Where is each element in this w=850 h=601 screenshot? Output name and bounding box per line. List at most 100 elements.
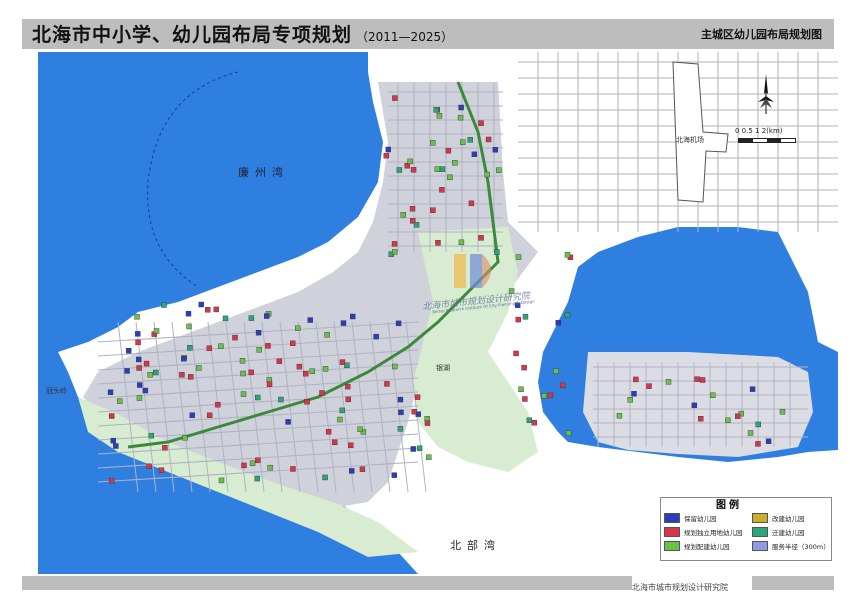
kindergarten-marker[interactable]	[564, 252, 571, 258]
kindergarten-marker[interactable]	[248, 369, 254, 376]
kindergarten-marker[interactable]	[276, 358, 283, 364]
kindergarten-marker[interactable]	[285, 419, 291, 425]
kindergarten-marker[interactable]	[631, 391, 637, 397]
kindergarten-marker[interactable]	[344, 362, 350, 369]
kindergarten-marker[interactable]	[765, 438, 772, 444]
kindergarten-marker[interactable]	[452, 160, 458, 166]
kindergarten-marker[interactable]	[337, 416, 343, 423]
kindergarten-marker[interactable]	[397, 396, 404, 403]
kindergarten-marker[interactable]	[186, 323, 192, 330]
kindergarten-marker[interactable]	[447, 174, 453, 181]
kindergarten-marker[interactable]	[255, 457, 261, 464]
kindergarten-marker[interactable]	[196, 365, 202, 371]
kindergarten-marker[interactable]	[136, 395, 143, 401]
kindergarten-marker[interactable]	[384, 381, 390, 387]
kindergarten-marker[interactable]	[691, 402, 698, 409]
kindergarten-marker[interactable]	[290, 340, 296, 346]
kindergarten-marker[interactable]	[460, 139, 466, 145]
kindergarten-marker[interactable]	[255, 394, 261, 401]
kindergarten-marker[interactable]	[526, 417, 533, 423]
kindergarten-marker[interactable]	[468, 200, 475, 207]
kindergarten-marker[interactable]	[416, 445, 423, 451]
kindergarten-marker[interactable]	[110, 437, 116, 444]
kindergarten-marker[interactable]	[383, 152, 390, 159]
kindergarten-marker[interactable]	[161, 302, 167, 308]
kindergarten-marker[interactable]	[108, 413, 115, 419]
kindergarten-marker[interactable]	[206, 412, 213, 418]
kindergarten-marker[interactable]	[407, 158, 413, 165]
kindergarten-marker[interactable]	[146, 463, 152, 470]
kindergarten-marker[interactable]	[559, 382, 566, 389]
kindergarten-marker[interactable]	[206, 345, 213, 351]
kindergarten-marker[interactable]	[339, 359, 346, 365]
kindergarten-marker[interactable]	[522, 314, 529, 320]
kindergarten-marker[interactable]	[188, 374, 194, 380]
kindergarten-marker[interactable]	[256, 347, 262, 353]
kindergarten-marker[interactable]	[232, 334, 238, 341]
kindergarten-marker[interactable]	[564, 312, 571, 318]
kindergarten-marker[interactable]	[413, 222, 420, 228]
kindergarten-marker[interactable]	[179, 372, 185, 378]
kindergarten-marker[interactable]	[531, 419, 537, 426]
kindergarten-marker[interactable]	[240, 391, 247, 397]
kindergarten-marker[interactable]	[322, 474, 328, 481]
kindergarten-marker[interactable]	[541, 392, 548, 399]
kindergarten-marker[interactable]	[296, 363, 303, 370]
kindergarten-marker[interactable]	[198, 301, 205, 308]
kindergarten-marker[interactable]	[307, 317, 313, 323]
kindergarten-marker[interactable]	[265, 343, 271, 349]
kindergarten-marker[interactable]	[779, 408, 786, 415]
kindergarten-marker[interactable]	[264, 313, 270, 319]
kindergarten-marker[interactable]	[755, 441, 761, 447]
kindergarten-marker[interactable]	[125, 348, 132, 354]
kindergarten-marker[interactable]	[134, 314, 140, 320]
kindergarten-marker[interactable]	[492, 147, 499, 153]
kindergarten-marker[interactable]	[340, 320, 347, 326]
kindergarten-marker[interactable]	[616, 413, 623, 419]
kindergarten-marker[interactable]	[373, 333, 379, 340]
kindergarten-marker[interactable]	[295, 325, 301, 331]
kindergarten-marker[interactable]	[396, 167, 403, 173]
kindergarten-marker[interactable]	[303, 370, 309, 377]
kindergarten-marker[interactable]	[414, 394, 421, 400]
kindergarten-marker[interactable]	[153, 328, 160, 334]
kindergarten-marker[interactable]	[349, 468, 355, 474]
kindergarten-marker[interactable]	[213, 306, 219, 313]
kindergarten-marker[interactable]	[309, 368, 315, 374]
kindergarten-marker[interactable]	[433, 107, 439, 113]
kindergarten-marker[interactable]	[348, 442, 354, 449]
kindergarten-marker[interactable]	[698, 416, 704, 422]
kindergarten-marker[interactable]	[332, 439, 338, 446]
kindergarten-marker[interactable]	[181, 356, 187, 362]
kindergarten-marker[interactable]	[290, 466, 296, 472]
kindergarten-marker[interactable]	[117, 398, 123, 404]
kindergarten-marker[interactable]	[435, 240, 441, 246]
kindergarten-marker[interactable]	[445, 147, 452, 154]
kindergarten-marker[interactable]	[410, 167, 417, 173]
kindergarten-marker[interactable]	[218, 477, 225, 484]
kindergarten-marker[interactable]	[434, 166, 441, 172]
kindergarten-marker[interactable]	[485, 136, 492, 143]
kindergarten-marker[interactable]	[357, 426, 363, 432]
kindergarten-marker[interactable]	[124, 368, 130, 374]
kindergarten-marker[interactable]	[439, 166, 446, 172]
kindergarten-marker[interactable]	[108, 477, 115, 484]
kindergarten-marker[interactable]	[345, 383, 351, 390]
kindergarten-marker[interactable]	[395, 320, 402, 327]
kindergarten-marker[interactable]	[547, 392, 554, 399]
kindergarten-marker[interactable]	[410, 446, 416, 452]
kindergarten-marker[interactable]	[694, 376, 700, 382]
kindergarten-marker[interactable]	[553, 368, 559, 374]
kindergarten-marker[interactable]	[153, 369, 159, 376]
kindergarten-marker[interactable]	[239, 358, 246, 364]
kindergarten-marker[interactable]	[430, 207, 436, 213]
kindergarten-marker[interactable]	[392, 95, 398, 101]
kindergarten-marker[interactable]	[627, 397, 633, 403]
kindergarten-marker[interactable]	[147, 372, 153, 378]
kindergarten-marker[interactable]	[521, 364, 527, 371]
kindergarten-marker[interactable]	[484, 171, 490, 178]
kindergarten-marker[interactable]	[430, 140, 436, 146]
kindergarten-marker[interactable]	[205, 307, 211, 313]
kindergarten-marker[interactable]	[135, 339, 141, 346]
kindergarten-marker[interactable]	[249, 460, 256, 467]
